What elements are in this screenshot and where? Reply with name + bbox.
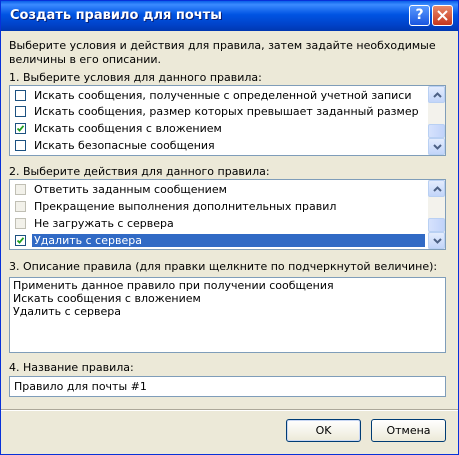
description-line[interactable]: Удалить с сервера: [13, 305, 442, 318]
rule-description[interactable]: Применить данное правило при получении с…: [9, 277, 446, 353]
checkbox[interactable]: [15, 140, 26, 151]
list-item-label: Искать сообщения с вложением: [34, 122, 222, 135]
list-item[interactable]: Искать безопасные сообщения: [11, 138, 427, 154]
checkbox[interactable]: [15, 184, 26, 195]
list-item[interactable]: Ответить заданным сообщением: [11, 182, 427, 198]
actions-label: 2. Выберите действия для данного правила…: [9, 165, 270, 178]
scroll-thumb[interactable]: [428, 218, 445, 232]
list-item-label: Искать сообщения, полученные с определен…: [34, 89, 412, 102]
checkbox[interactable]: [15, 218, 26, 229]
description-line: Искать сообщения с вложением: [13, 292, 201, 305]
list-item-label: Искать безопасные сообщения: [34, 139, 215, 152]
divider: [1, 409, 458, 411]
checkbox[interactable]: [15, 123, 26, 134]
chevron-up-icon: [433, 186, 442, 192]
list-item-label: Не загружать с сервера: [34, 217, 174, 230]
help-button[interactable]: ?: [409, 5, 430, 26]
rule-name-input[interactable]: Правило для почты #1: [9, 376, 446, 397]
scroll-down-button[interactable]: [428, 232, 445, 249]
close-icon: [437, 10, 448, 21]
checkbox[interactable]: [15, 235, 26, 246]
description-label: 3. Описание правила (для правки щелкните…: [9, 260, 438, 273]
checkbox[interactable]: [15, 106, 26, 117]
checkbox[interactable]: [15, 201, 26, 212]
conditions-scrollbar[interactable]: [428, 86, 445, 155]
scroll-down-button[interactable]: [428, 138, 445, 155]
scroll-up-button[interactable]: [428, 180, 445, 197]
intro-text: Выберите условия и действия для правила,…: [9, 39, 436, 66]
conditions-label: 1. Выберите условия для данного правила:: [9, 71, 262, 84]
description-line: Применить данное правило при получении с…: [13, 279, 334, 292]
list-item[interactable]: Не загружать с сервера: [11, 216, 427, 232]
chevron-down-icon: [433, 144, 442, 150]
dialog-title: Создать правило для почты: [10, 8, 222, 23]
list-item-label: Прекращение выполнения дополнительных пр…: [34, 200, 337, 213]
list-item[interactable]: Искать сообщения с вложением: [11, 121, 427, 137]
scroll-thumb[interactable]: [428, 124, 445, 138]
chevron-down-icon: [433, 238, 442, 244]
close-button[interactable]: [432, 5, 453, 26]
list-item-label: Ответить заданным сообщением: [34, 183, 227, 196]
list-item-label: Удалить с сервера: [32, 234, 425, 247]
list-item-label: Искать сообщения, размер которых превыша…: [34, 105, 419, 118]
rule-name-label: 4. Название правила:: [9, 361, 134, 374]
cancel-button[interactable]: Отмена: [371, 419, 446, 442]
checkmark-icon: [16, 125, 25, 132]
list-item-selected[interactable]: Удалить с сервера: [11, 233, 427, 249]
actions-list[interactable]: Ответить заданным сообщением Прекращение…: [9, 179, 446, 250]
list-item[interactable]: Искать сообщения, полученные с определен…: [11, 88, 427, 104]
conditions-list[interactable]: Искать сообщения, полученные с определен…: [9, 85, 446, 156]
list-item[interactable]: Искать сообщения, размер которых превыша…: [11, 104, 427, 120]
actions-scrollbar[interactable]: [428, 180, 445, 249]
checkbox[interactable]: [15, 90, 26, 101]
chevron-up-icon: [433, 92, 442, 98]
rule-dialog: Создать правило для почты ? Выберите усл…: [0, 0, 459, 455]
title-bar[interactable]: Создать правило для почты ?: [1, 1, 458, 31]
checkmark-icon: [16, 237, 25, 244]
help-icon: ?: [415, 7, 424, 23]
scroll-up-button[interactable]: [428, 86, 445, 103]
ok-button[interactable]: OK: [286, 419, 361, 442]
list-item[interactable]: Прекращение выполнения дополнительных пр…: [11, 199, 427, 215]
